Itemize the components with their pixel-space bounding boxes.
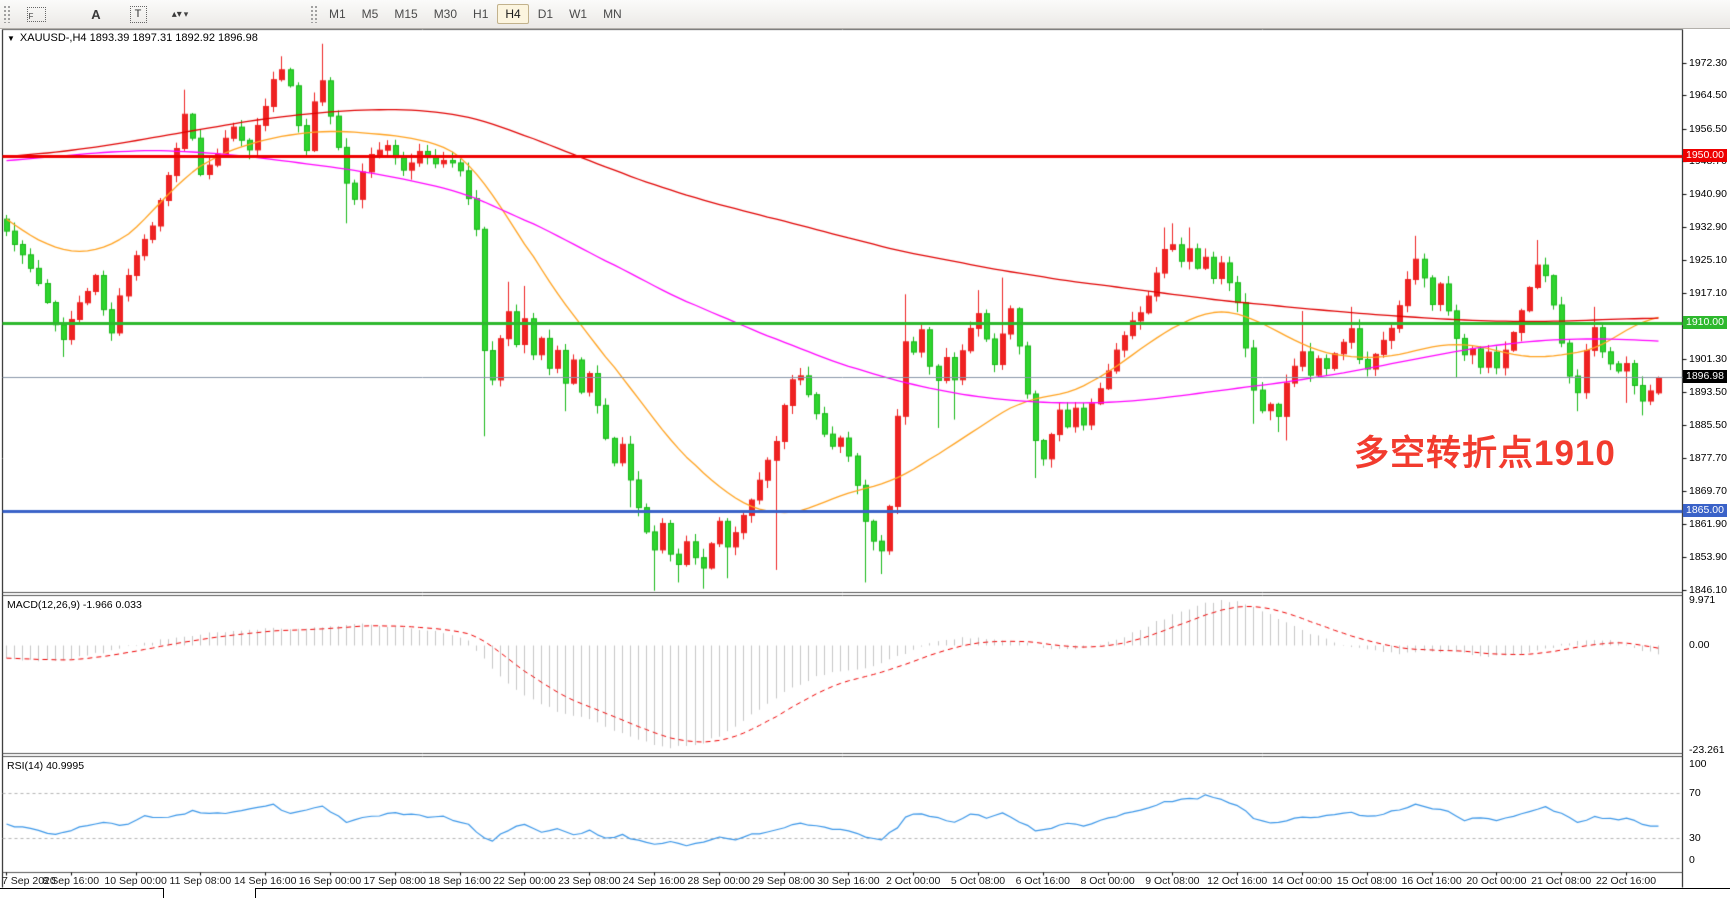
date-axis-label: 11 Sep 08:00: [170, 875, 232, 887]
date-axis-label: 28 Sep 00:00: [688, 875, 750, 887]
date-axis-label: 30 Sep 16:00: [817, 875, 879, 887]
toolbar: F A T ▴▾ ▾ M1M5M15M30H1H4D1W1MN: [0, 0, 1730, 29]
rsi-axis-tick: 0: [1689, 854, 1695, 866]
price-tag-resistance: 1950.00: [1683, 149, 1727, 162]
rsi-indicator-label: RSI(14) 40.9995: [7, 760, 84, 772]
date-axis-label: 22 Oct 16:00: [1596, 875, 1656, 887]
timeframe-button-h1[interactable]: H1: [466, 4, 495, 24]
date-axis-label: 24 Sep 16:00: [623, 875, 685, 887]
date-axis-label: 22 Sep 00:00: [493, 875, 555, 887]
frame-pointer-icon: F: [27, 7, 46, 22]
timeframe-button-mn[interactable]: MN: [596, 4, 629, 24]
status-bar-segment: [255, 888, 1730, 898]
macd-axis-tick: -23.261: [1689, 744, 1725, 756]
date-axis-label: 10 Sep 00:00: [104, 875, 166, 887]
chart-header[interactable]: ▼ XAUUSD-,H4 1893.39 1897.31 1892.92 189…: [7, 32, 258, 44]
symbol-ohlc-title: XAUUSD-,H4 1893.39 1897.31 1892.92 1896.…: [20, 32, 258, 44]
date-axis-label: 5 Oct 08:00: [951, 875, 1005, 887]
timeframe-button-h4[interactable]: H4: [497, 4, 528, 24]
date-axis-label: 14 Oct 00:00: [1272, 875, 1332, 887]
price-tag-pivot: 1910.00: [1683, 316, 1727, 329]
price-axis-tick: 1869.70: [1689, 485, 1727, 497]
date-axis-label: 29 Sep 08:00: [752, 875, 814, 887]
date-axis-label: 12 Oct 16:00: [1207, 875, 1267, 887]
date-axis-label: 18 Sep 16:00: [428, 875, 490, 887]
date-axis-label: 8 Oct 00:00: [1080, 875, 1134, 887]
price-tag-support: 1865.00: [1683, 504, 1727, 517]
timeframe-button-m1[interactable]: M1: [322, 4, 353, 24]
price-axis-tick: 1940.90: [1689, 188, 1727, 200]
rsi-axis-tick: 100: [1689, 758, 1707, 770]
toolbar-grip[interactable]: [3, 5, 11, 23]
price-axis-tick: 1964.50: [1689, 89, 1727, 101]
textbox-button[interactable]: T: [128, 3, 148, 25]
date-axis-label: 21 Oct 08:00: [1531, 875, 1591, 887]
date-axis-label: 16 Sep 00:00: [299, 875, 361, 887]
arrows-button[interactable]: ▴▾ ▾: [170, 3, 190, 25]
chevron-down-icon: ▾: [184, 9, 189, 20]
textbox-icon: T: [130, 6, 147, 23]
price-axis-tick: 1861.90: [1689, 518, 1727, 530]
date-axis-label: 14 Sep 16:00: [234, 875, 296, 887]
chevron-down-icon: ▼: [7, 34, 15, 43]
date-axis-label: 23 Sep 08:00: [558, 875, 620, 887]
frame-pointer-button[interactable]: F: [26, 3, 46, 25]
rsi-axis-tick: 70: [1689, 787, 1701, 799]
date-axis-label: 15 Oct 08:00: [1337, 875, 1397, 887]
text-label-button[interactable]: A: [86, 3, 106, 25]
status-bar-segment: [0, 888, 164, 898]
price-axis-tick: 1925.10: [1689, 254, 1727, 266]
date-axis-label: 6 Oct 16:00: [1016, 875, 1070, 887]
price-axis-tick: 1901.30: [1689, 353, 1727, 365]
price-axis-tick: 1917.10: [1689, 287, 1727, 299]
toolbar-grip[interactable]: [310, 5, 318, 23]
timeframe-button-m15[interactable]: M15: [387, 4, 424, 24]
date-axis-label: 17 Sep 08:00: [364, 875, 426, 887]
trading-platform-window: F A T ▴▾ ▾ M1M5M15M30H1H4D1W1MN ▼ XAUUSD…: [0, 0, 1730, 898]
arrows-icon: ▴▾: [172, 9, 182, 20]
price-axis-tick: 1885.50: [1689, 419, 1727, 431]
timeframe-button-d1[interactable]: D1: [531, 4, 560, 24]
timeframe-button-group: M1M5M15M30H1H4D1W1MN: [321, 4, 630, 24]
text-label-icon: A: [91, 7, 100, 22]
macd-axis-tick: 9.971: [1689, 594, 1715, 606]
price-axis-tick: 1956.50: [1689, 123, 1727, 135]
price-axis-tick: 1893.50: [1689, 386, 1727, 398]
timeframe-button-m5[interactable]: M5: [355, 4, 386, 24]
timeframe-button-w1[interactable]: W1: [562, 4, 594, 24]
price-axis-tick: 1877.70: [1689, 452, 1727, 464]
rsi-axis-tick: 30: [1689, 832, 1701, 844]
macd-axis-tick: 0.00: [1689, 639, 1709, 651]
price-axis-tick: 1932.90: [1689, 221, 1727, 233]
date-axis-label: 9 Oct 08:00: [1145, 875, 1199, 887]
price-axis-tick: 1972.30: [1689, 57, 1727, 69]
date-axis-label: 16 Oct 16:00: [1402, 875, 1462, 887]
price-axis-tick: 1853.90: [1689, 551, 1727, 563]
date-axis-label: 2 Oct 00:00: [886, 875, 940, 887]
timeframe-button-m30[interactable]: M30: [427, 4, 464, 24]
price-tag-bid: 1896.98: [1683, 370, 1727, 383]
macd-indicator-label: MACD(12,26,9) -1.966 0.033: [7, 599, 142, 611]
chart-text-annotation[interactable]: 多空转折点1910: [1354, 436, 1616, 471]
date-axis-label: 20 Oct 00:00: [1466, 875, 1526, 887]
date-axis-label: 8 Sep 16:00: [42, 875, 99, 887]
